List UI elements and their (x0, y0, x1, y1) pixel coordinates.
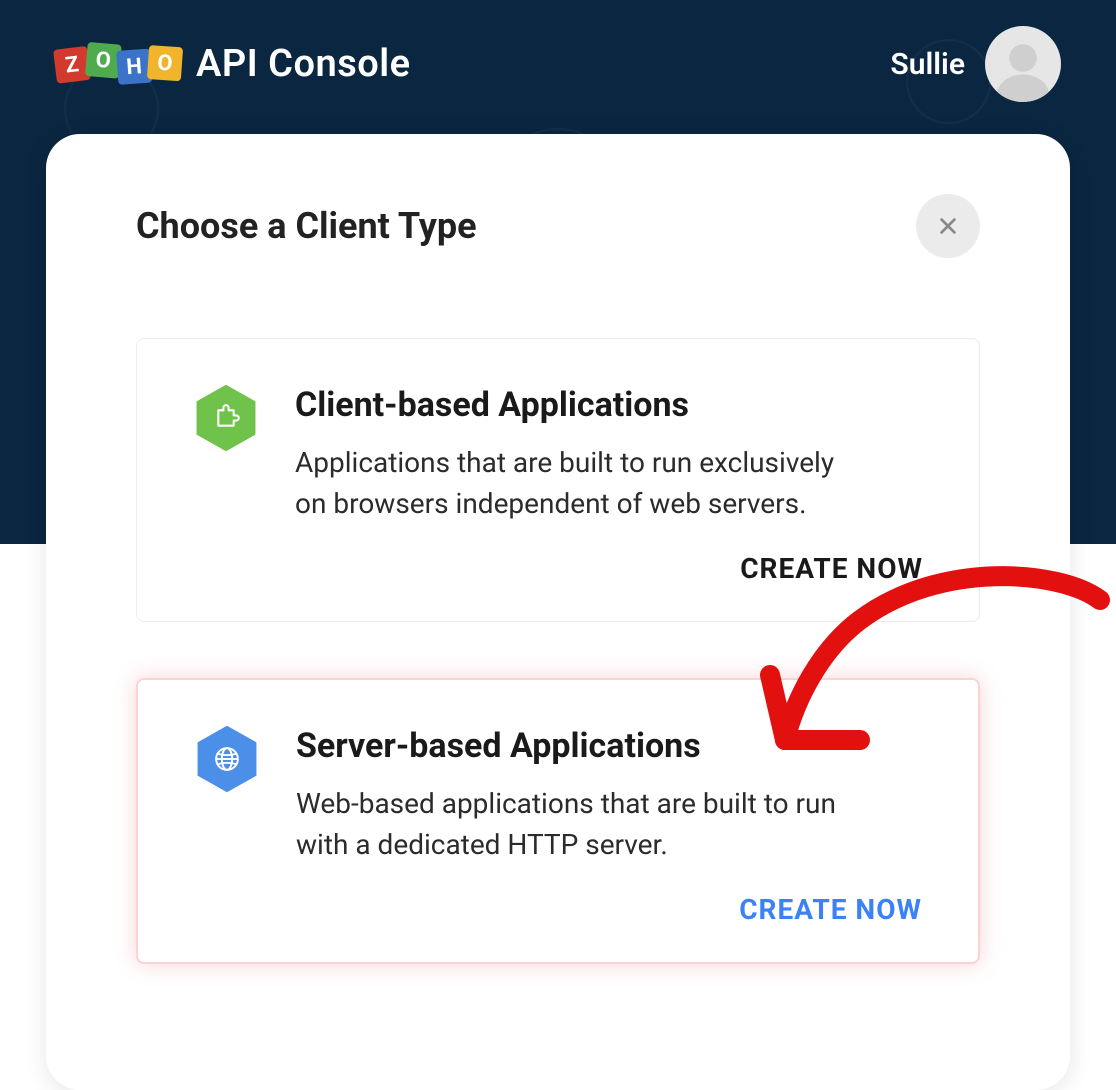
globe-icon (195, 723, 259, 795)
avatar[interactable] (985, 26, 1061, 102)
modal-title: Choose a Client Type (136, 205, 477, 247)
card-description: Web-based applications that are built to… (296, 784, 856, 865)
create-now-link-server[interactable]: CREATE NOW (739, 893, 922, 926)
client-type-card-client-based[interactable]: Client-based Applications Applications t… (136, 338, 980, 622)
user-group[interactable]: Sullie (890, 26, 1061, 102)
username-label: Sullie (890, 47, 965, 82)
person-icon (990, 36, 1056, 102)
card-description: Applications that are built to run exclu… (295, 443, 855, 524)
client-type-card-server-based[interactable]: Server-based Applications Web-based appl… (136, 678, 980, 964)
zoho-logo: Z O H O (55, 46, 183, 82)
card-title: Client-based Applications (295, 385, 923, 425)
logo-letter-o2: O (147, 45, 183, 81)
close-icon (937, 215, 959, 237)
create-now-link-client[interactable]: CREATE NOW (740, 552, 923, 585)
client-type-modal: Choose a Client Type Cl (46, 134, 1070, 1090)
top-bar: Z O H O API Console Sullie (0, 0, 1116, 128)
brand-group: Z O H O API Console (55, 42, 411, 86)
card-title: Server-based Applications (296, 726, 922, 766)
close-button[interactable] (916, 194, 980, 258)
puzzle-icon (194, 382, 258, 454)
product-name: API Console (196, 42, 411, 86)
modal-header: Choose a Client Type (136, 194, 980, 258)
